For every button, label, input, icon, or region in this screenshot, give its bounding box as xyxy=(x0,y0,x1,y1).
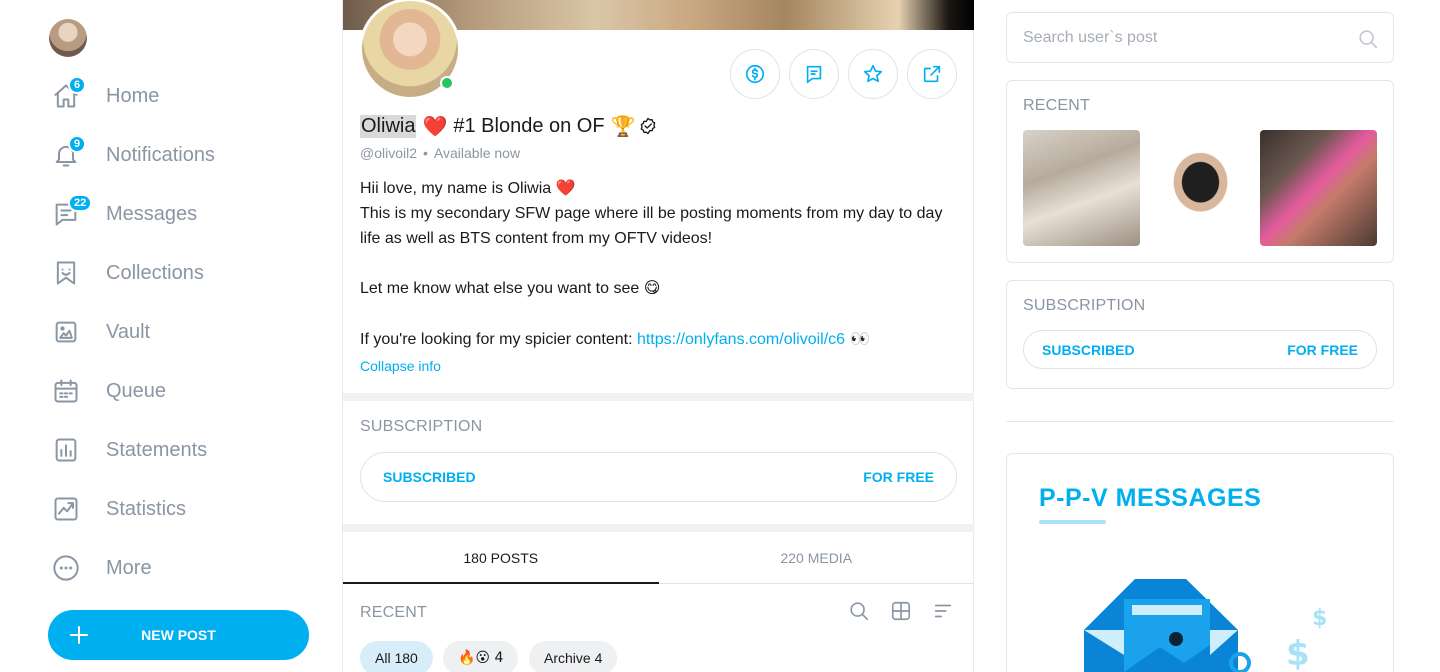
sidebar-item-label: Notifications xyxy=(106,143,215,166)
tab-posts[interactable]: 180 POSTS xyxy=(343,532,659,584)
ppv-title: P-P-V MESSAGES xyxy=(1039,484,1262,512)
eyes-emoji: 👀 xyxy=(845,329,871,348)
bell-icon: 9 xyxy=(50,135,87,171)
filter-chip-all[interactable]: All 180 xyxy=(360,641,433,672)
subscription-heading: SUBSCRIPTION xyxy=(360,418,483,435)
bio-line: Let me know what else you want to see 😋 xyxy=(360,280,661,297)
filter-chip-label[interactable]: 🔥😮 4 xyxy=(443,641,519,672)
profile-handle: @olivoil2 xyxy=(360,145,418,161)
collections-icon xyxy=(50,257,82,289)
recent-thumbnail[interactable] xyxy=(1260,130,1377,246)
tip-button[interactable] xyxy=(730,49,780,99)
filter-chip-archive[interactable]: Archive 4 xyxy=(529,641,618,672)
sidebar-item-label: Queue xyxy=(106,379,167,402)
sidebar-item-notifications[interactable]: 9 Notifications xyxy=(50,135,215,175)
vault-icon xyxy=(50,316,82,348)
sidebar-item-home[interactable]: 6 Home xyxy=(50,76,159,116)
profile-column: Oliwia ❤️ #1 Blonde on OF 🏆 @olivoil2 • Av… xyxy=(342,0,974,672)
search-input[interactable] xyxy=(1023,28,1343,47)
statistics-icon xyxy=(50,493,82,525)
message-icon: 22 xyxy=(50,194,93,230)
dollar-icon xyxy=(745,64,765,84)
home-icon: 6 xyxy=(50,76,87,112)
tab-media[interactable]: 220 MEDIA xyxy=(659,532,975,583)
svg-text:$: $ xyxy=(1312,606,1327,631)
profile-tabs: 180 POSTS 220 MEDIA xyxy=(343,532,974,584)
notifications-badge: 9 xyxy=(68,135,87,153)
chat-icon xyxy=(806,65,822,84)
sidebar-item-queue[interactable]: Queue xyxy=(50,371,166,411)
sidebar-item-statements[interactable]: Statements xyxy=(50,430,207,470)
statements-icon xyxy=(50,434,82,466)
profile-handle-row: @olivoil2 • Available now xyxy=(360,145,520,161)
subscription-button[interactable]: SUBSCRIBED FOR FREE xyxy=(360,452,957,502)
bio-line: Hii love, my name is Oliwia ❤️ xyxy=(360,180,576,197)
right-subscription-status: SUBSCRIBED xyxy=(1042,341,1135,358)
grid-icon[interactable] xyxy=(890,600,914,624)
profile-name-row: Oliwia ❤️ #1 Blonde on OF 🏆 xyxy=(360,114,658,138)
favorite-button[interactable] xyxy=(848,49,898,99)
separator-dot: • xyxy=(423,145,428,161)
feed-sort-label: RECENT xyxy=(360,604,427,621)
svg-text:$: $ xyxy=(1286,634,1310,672)
messages-badge: 22 xyxy=(68,194,93,212)
bio-line: This is my secondary SFW page where ill … xyxy=(360,205,943,247)
section-divider xyxy=(343,393,974,401)
right-subscription-heading: SUBSCRIPTION xyxy=(1023,297,1146,314)
right-divider xyxy=(1006,421,1394,422)
sidebar-item-label: Statements xyxy=(106,438,208,461)
subscription-price: FOR FREE xyxy=(863,469,934,485)
sidebar-item-statistics[interactable]: Statistics xyxy=(50,489,186,529)
bio-link[interactable]: https://onlyfans.com/olivoil/c6 xyxy=(637,331,845,348)
sidebar-item-label: Messages xyxy=(106,202,198,225)
sidebar-item-more[interactable]: More xyxy=(50,548,152,588)
ppv-underline xyxy=(1039,520,1106,524)
profile-title: #1 Blonde on OF xyxy=(453,114,605,137)
search-icon[interactable] xyxy=(1357,28,1379,50)
search-posts-box xyxy=(1006,12,1394,63)
recent-heading: RECENT xyxy=(1023,97,1090,114)
more-icon xyxy=(50,552,82,584)
ppv-envelope-illustration: $ $ xyxy=(1084,579,1327,672)
right-subscription-button[interactable]: SUBSCRIBED FOR FREE xyxy=(1023,330,1377,369)
sidebar-item-vault[interactable]: Vault xyxy=(50,312,150,352)
sidebar-item-label: Home xyxy=(106,84,160,107)
trophy-emoji: 🏆 xyxy=(610,114,636,138)
profile-name: Oliwia xyxy=(360,114,417,138)
sort-icon[interactable] xyxy=(932,600,956,624)
recent-thumbnail[interactable] xyxy=(1023,130,1140,246)
availability-status: Available now xyxy=(433,145,521,161)
sidebar-item-label: Statistics xyxy=(106,497,187,520)
verified-icon xyxy=(641,117,656,135)
message-button[interactable] xyxy=(789,49,839,99)
sidebar-item-label: Collections xyxy=(106,261,204,284)
bio-line: If you're looking for my spicier content… xyxy=(360,326,960,352)
subscription-status: SUBSCRIBED xyxy=(383,469,476,485)
calendar-icon xyxy=(50,375,82,407)
right-subscription-price: FOR FREE xyxy=(1287,341,1358,358)
sidebar: 6 Home 9 Notifications 22 Messages Colle… xyxy=(0,0,342,672)
home-badge: 6 xyxy=(68,76,87,94)
recent-thumbnail[interactable] xyxy=(1142,130,1259,246)
bio-text: If you're looking for my spicier content… xyxy=(360,331,637,348)
section-divider xyxy=(343,524,974,532)
share-button[interactable] xyxy=(907,49,957,99)
new-post-button[interactable]: NEW POST xyxy=(48,610,309,660)
collapse-info-link[interactable]: Collapse info xyxy=(360,358,441,374)
sidebar-item-collections[interactable]: Collections xyxy=(50,253,204,293)
profile-bio: Hii love, my name is Oliwia ❤️ This is m… xyxy=(360,176,960,352)
share-icon xyxy=(923,65,941,83)
sidebar-item-messages[interactable]: 22 Messages xyxy=(50,194,197,234)
online-status-dot xyxy=(440,76,454,90)
heart-emoji: ❤️ xyxy=(422,114,448,138)
new-post-label: NEW POST xyxy=(141,627,216,643)
sidebar-item-label: Vault xyxy=(106,320,151,343)
star-icon xyxy=(863,64,883,83)
sidebar-item-label: More xyxy=(106,556,152,579)
user-avatar[interactable] xyxy=(49,19,87,57)
search-icon[interactable] xyxy=(848,600,872,624)
